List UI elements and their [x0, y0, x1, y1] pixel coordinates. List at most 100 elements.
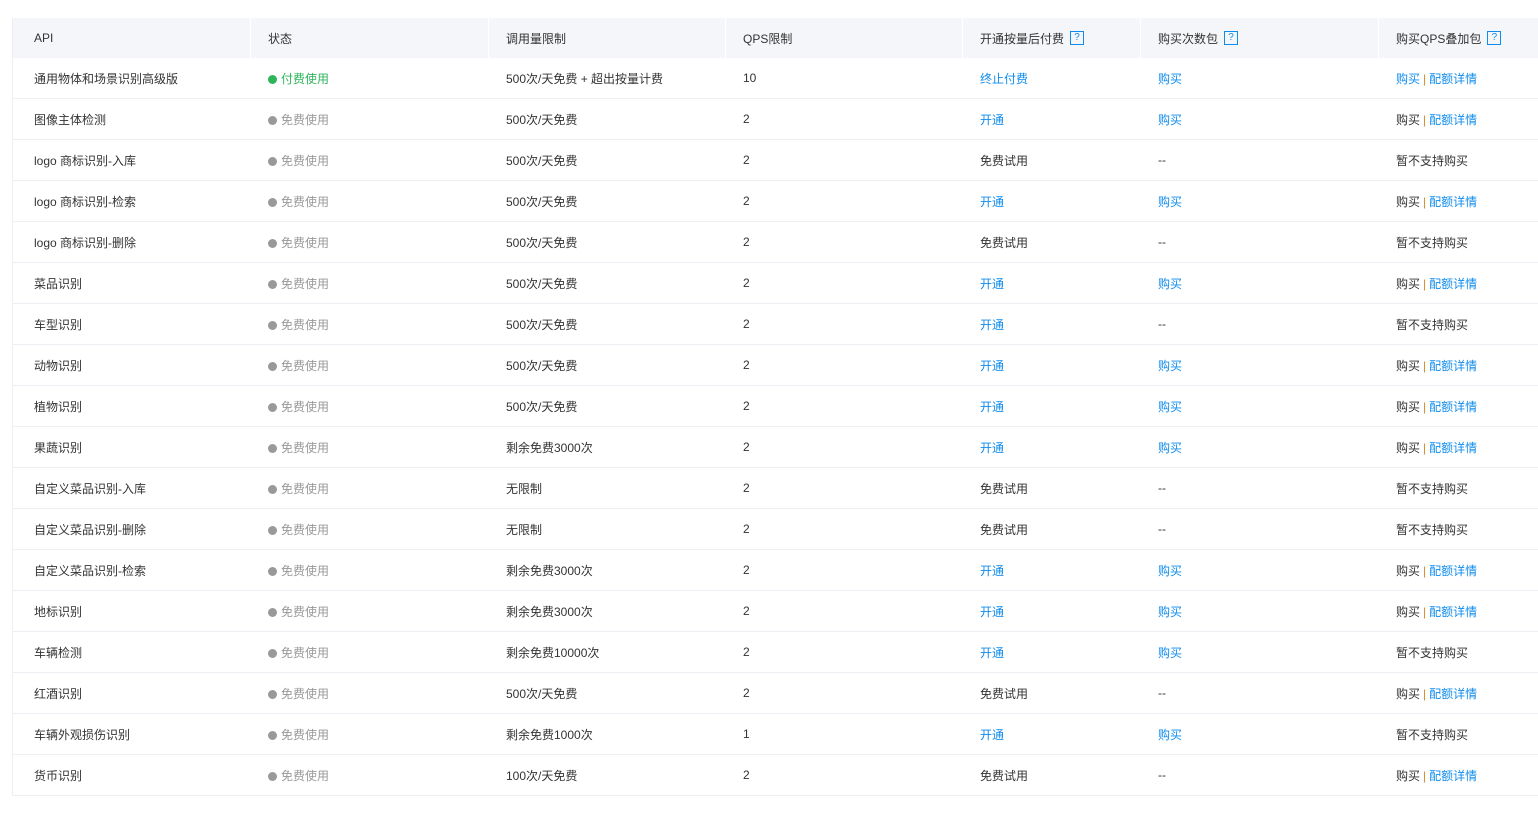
- status-dot-gray-icon: [268, 648, 277, 658]
- pack-text: --: [1158, 686, 1166, 700]
- unsupported-text: 暂不支持购买: [1396, 153, 1469, 168]
- qps-limit: 2: [743, 358, 750, 372]
- qps-limit: 2: [743, 317, 750, 331]
- status-text: 免费使用: [281, 317, 330, 332]
- buy-qps-link[interactable]: 购买: [1396, 72, 1420, 86]
- pack-text: --: [1158, 522, 1166, 536]
- quota-detail-link[interactable]: 配额详情: [1429, 359, 1477, 373]
- buy-pack-link[interactable]: 购买: [1158, 400, 1182, 414]
- qps-limit: 2: [743, 112, 750, 126]
- pack-cell: 购买: [1141, 193, 1379, 210]
- help-icon[interactable]: ?: [1224, 31, 1239, 45]
- status-badge: 免费使用: [251, 439, 489, 456]
- quota-limit: 500次/天免费: [506, 112, 578, 127]
- header-pack-label: 购买次数包: [1158, 31, 1219, 46]
- header-quota: 调用量限制: [489, 18, 726, 58]
- qps-pack-cell: 购买 | 配额详情: [1379, 70, 1538, 87]
- quota-limit: 500次/天免费: [506, 153, 578, 168]
- quota-detail-link[interactable]: 配额详情: [1429, 195, 1477, 209]
- qps-limit: 2: [743, 522, 750, 536]
- postpay-cell: 免费试用: [963, 685, 1141, 702]
- status-text: 免费使用: [281, 153, 330, 168]
- quota-limit: 500次/天免费: [506, 317, 578, 332]
- api-name: 车辆外观损伤识别: [34, 727, 131, 742]
- postpay-text: 免费试用: [980, 481, 1029, 496]
- quota-detail-link[interactable]: 配额详情: [1429, 72, 1477, 86]
- buy-pack-link[interactable]: 购买: [1158, 72, 1182, 86]
- qps-pack-cell: 购买 | 配额详情: [1379, 562, 1538, 579]
- status-dot-gray-icon: [268, 525, 277, 535]
- postpay-link[interactable]: 终止付费: [980, 72, 1028, 86]
- quota-detail-link[interactable]: 配额详情: [1429, 769, 1477, 783]
- postpay-link[interactable]: 开通: [980, 400, 1004, 414]
- buy-qps-text: 购买: [1396, 440, 1421, 455]
- postpay-link[interactable]: 开通: [980, 113, 1004, 127]
- postpay-link[interactable]: 开通: [980, 605, 1004, 619]
- postpay-link[interactable]: 开通: [980, 359, 1004, 373]
- status-badge: 免费使用: [251, 193, 489, 210]
- buy-pack-link[interactable]: 购买: [1158, 277, 1182, 291]
- qps-pack-cell: 购买 | 配额详情: [1379, 111, 1538, 128]
- pack-cell: 购买: [1141, 644, 1379, 661]
- buy-qps-text: 购买: [1396, 686, 1421, 701]
- postpay-link[interactable]: 开通: [980, 441, 1004, 455]
- postpay-link[interactable]: 开通: [980, 277, 1004, 291]
- separator: |: [1423, 563, 1427, 578]
- pack-text: --: [1158, 153, 1166, 167]
- postpay-link[interactable]: 开通: [980, 646, 1004, 660]
- header-qps-pack-label: 购买QPS叠加包: [1396, 31, 1482, 46]
- buy-pack-link[interactable]: 购买: [1158, 441, 1182, 455]
- api-name: 通用物体和场景识别高级版: [34, 71, 179, 86]
- postpay-cell: 终止付费: [963, 70, 1141, 87]
- postpay-cell: 开通: [963, 398, 1141, 415]
- header-pack: 购买次数包?: [1141, 18, 1379, 58]
- status-badge: 免费使用: [251, 398, 489, 415]
- table-row: 自定义菜品识别-删除 免费使用 无限制 2 免费试用 -- 暂不支持购买: [13, 509, 1538, 550]
- quota-detail-link[interactable]: 配额详情: [1429, 564, 1477, 578]
- qps-pack-cell: 购买 | 配额详情: [1379, 767, 1538, 784]
- qps-pack-cell: 暂不支持购买: [1379, 726, 1538, 743]
- status-text: 免费使用: [281, 276, 330, 291]
- postpay-text: 免费试用: [980, 153, 1029, 168]
- api-name: 车型识别: [34, 317, 83, 332]
- buy-pack-link[interactable]: 购买: [1158, 195, 1182, 209]
- quota-detail-link[interactable]: 配额详情: [1429, 687, 1477, 701]
- quota-detail-link[interactable]: 配额详情: [1429, 113, 1477, 127]
- unsupported-text: 暂不支持购买: [1396, 645, 1469, 660]
- postpay-link[interactable]: 开通: [980, 728, 1004, 742]
- buy-pack-link[interactable]: 购买: [1158, 605, 1182, 619]
- header-api: API: [13, 18, 251, 58]
- separator: |: [1423, 604, 1427, 619]
- postpay-link[interactable]: 开通: [980, 564, 1004, 578]
- postpay-link[interactable]: 开通: [980, 318, 1004, 332]
- quota-detail-link[interactable]: 配额详情: [1429, 605, 1477, 619]
- pack-cell: --: [1141, 686, 1379, 700]
- qps-limit: 2: [743, 768, 750, 782]
- status-badge: 免费使用: [251, 644, 489, 661]
- qps-limit: 10: [743, 71, 757, 85]
- help-icon[interactable]: ?: [1487, 31, 1502, 45]
- status-text: 免费使用: [281, 686, 330, 701]
- pack-text: --: [1158, 768, 1166, 782]
- postpay-cell: 开通: [963, 275, 1141, 292]
- buy-pack-link[interactable]: 购买: [1158, 646, 1182, 660]
- api-name: 图像主体检测: [34, 112, 107, 127]
- quota-detail-link[interactable]: 配额详情: [1429, 277, 1477, 291]
- postpay-text: 免费试用: [980, 768, 1029, 783]
- buy-pack-link[interactable]: 购买: [1158, 564, 1182, 578]
- api-name: 自定义菜品识别-入库: [34, 481, 146, 496]
- quota-detail-link[interactable]: 配额详情: [1429, 400, 1477, 414]
- qps-limit: 2: [743, 153, 750, 167]
- status-dot-gray-icon: [268, 115, 277, 125]
- help-icon[interactable]: ?: [1070, 31, 1085, 45]
- buy-pack-link[interactable]: 购买: [1158, 728, 1182, 742]
- quota-detail-link[interactable]: 配额详情: [1429, 441, 1477, 455]
- qps-limit: 2: [743, 235, 750, 249]
- postpay-link[interactable]: 开通: [980, 195, 1004, 209]
- buy-pack-link[interactable]: 购买: [1158, 359, 1182, 373]
- separator: |: [1423, 276, 1427, 291]
- status-dot-gray-icon: [268, 607, 277, 617]
- status-dot-gray-icon: [268, 320, 277, 330]
- buy-pack-link[interactable]: 购买: [1158, 113, 1182, 127]
- qps-limit: 2: [743, 399, 750, 413]
